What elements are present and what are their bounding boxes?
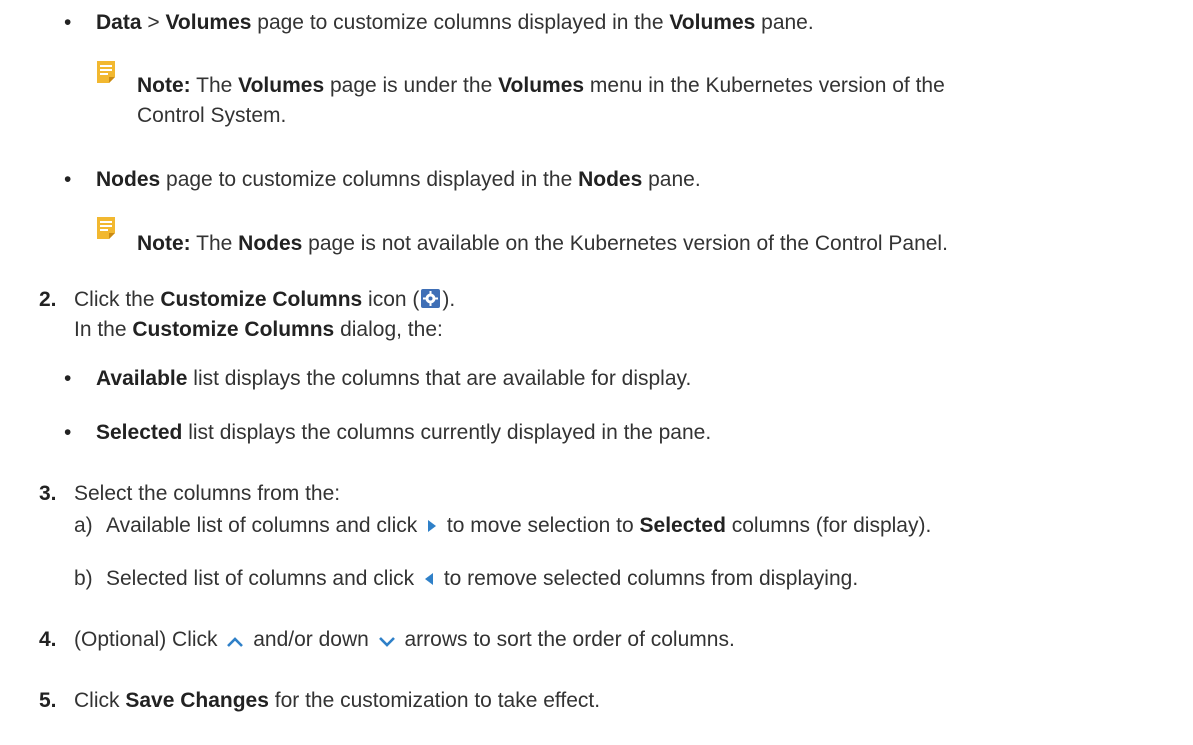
arrow-right-icon: [428, 520, 437, 532]
text: columns (for display).: [725, 514, 932, 537]
bold-term: Data: [96, 11, 142, 34]
bullet-marker: •: [64, 11, 72, 34]
text: page to customize columns displayed in t…: [251, 11, 670, 34]
text: to remove selected columns from displayi…: [437, 567, 859, 590]
text: >: [141, 11, 166, 34]
note-icon: [97, 61, 115, 83]
bold-term: Volumes: [165, 11, 252, 34]
text: page is not available on the Kubernetes …: [302, 232, 948, 255]
note-volumes-line2: Control System.: [137, 104, 287, 127]
note-nodes: Note: The Nodes page is not available on…: [137, 231, 948, 257]
text: Click the: [74, 288, 161, 311]
bullet-marker: •: [64, 168, 72, 191]
bold-term: Nodes: [96, 168, 161, 191]
bullet-marker: •: [64, 367, 72, 390]
note-volumes-line1: Note: The Volumes page is under the Volu…: [137, 73, 945, 99]
step-number: 3.: [39, 482, 57, 505]
text: Click: [74, 689, 126, 712]
text: arrows to sort the order of columns.: [398, 628, 735, 651]
text: list displays the columns currently disp…: [182, 421, 712, 444]
text: pane.: [642, 168, 701, 191]
bold-term: Volumes: [238, 74, 325, 97]
bullet-marker: •: [64, 421, 72, 444]
bullet-item-selected: Selected list displays the columns curre…: [96, 420, 711, 446]
step-3-text: Select the columns from the:: [74, 482, 341, 505]
step-2-line1: Click the Customize Columns icon ().: [74, 287, 455, 313]
text: dialog, the:: [334, 318, 443, 341]
step-2-line2: In the Customize Columns dialog, the:: [74, 317, 443, 343]
text: page to customize columns displayed in t…: [160, 168, 579, 191]
chevron-down-icon: [378, 637, 395, 647]
text: (Optional) Click: [74, 628, 224, 651]
bold-term: Volumes: [498, 74, 585, 97]
text: for the customization to take effect.: [268, 689, 601, 712]
text: menu in the Kubernetes version of the: [584, 74, 945, 97]
step-number: 4.: [39, 628, 57, 651]
text: The: [190, 74, 239, 97]
bold-term: Nodes: [238, 232, 303, 255]
step-number: 5.: [39, 689, 57, 712]
bold-term: Nodes: [578, 168, 643, 191]
text: to move selection to: [441, 514, 640, 537]
text: page is under the: [324, 74, 499, 97]
note-icon: [97, 217, 115, 239]
text: list displays the columns that are avail…: [187, 367, 692, 390]
bold-term: Selected: [639, 514, 726, 537]
bullet-item-data-volumes: Data > Volumes page to customize columns…: [96, 10, 814, 36]
text: ).: [442, 288, 456, 311]
text: icon (: [362, 288, 420, 311]
bold-term: Volumes: [669, 11, 756, 34]
text: Available list of columns and click: [106, 514, 424, 537]
chevron-up-icon: [227, 637, 244, 647]
bold-term: Available: [96, 367, 188, 390]
gear-icon: [421, 289, 441, 308]
arrow-left-icon: [424, 573, 433, 585]
text: In the: [74, 318, 133, 341]
note-label: Note:: [137, 74, 191, 97]
bold-term: Customize Columns: [132, 318, 335, 341]
step-5: Click Save Changes for the customization…: [74, 688, 600, 714]
bold-term: Customize Columns: [160, 288, 363, 311]
substep-label: a): [74, 514, 93, 537]
step-4: (Optional) Click and/or down arrows to s…: [74, 627, 735, 653]
bullet-item-available: Available list displays the columns that…: [96, 366, 691, 392]
step-3b: Selected list of columns and click to re…: [106, 566, 858, 592]
bullet-item-nodes: Nodes page to customize columns displaye…: [96, 167, 701, 193]
note-label: Note:: [137, 232, 191, 255]
text: and/or down: [247, 628, 375, 651]
step-number: 2.: [39, 288, 57, 311]
substep-label: b): [74, 567, 93, 590]
bold-term: Selected: [96, 421, 183, 444]
text: The: [190, 232, 239, 255]
bold-term: Save Changes: [125, 689, 269, 712]
text: pane.: [755, 11, 814, 34]
step-3a: Available list of columns and click to m…: [106, 513, 931, 539]
text: Selected list of columns and click: [106, 567, 420, 590]
